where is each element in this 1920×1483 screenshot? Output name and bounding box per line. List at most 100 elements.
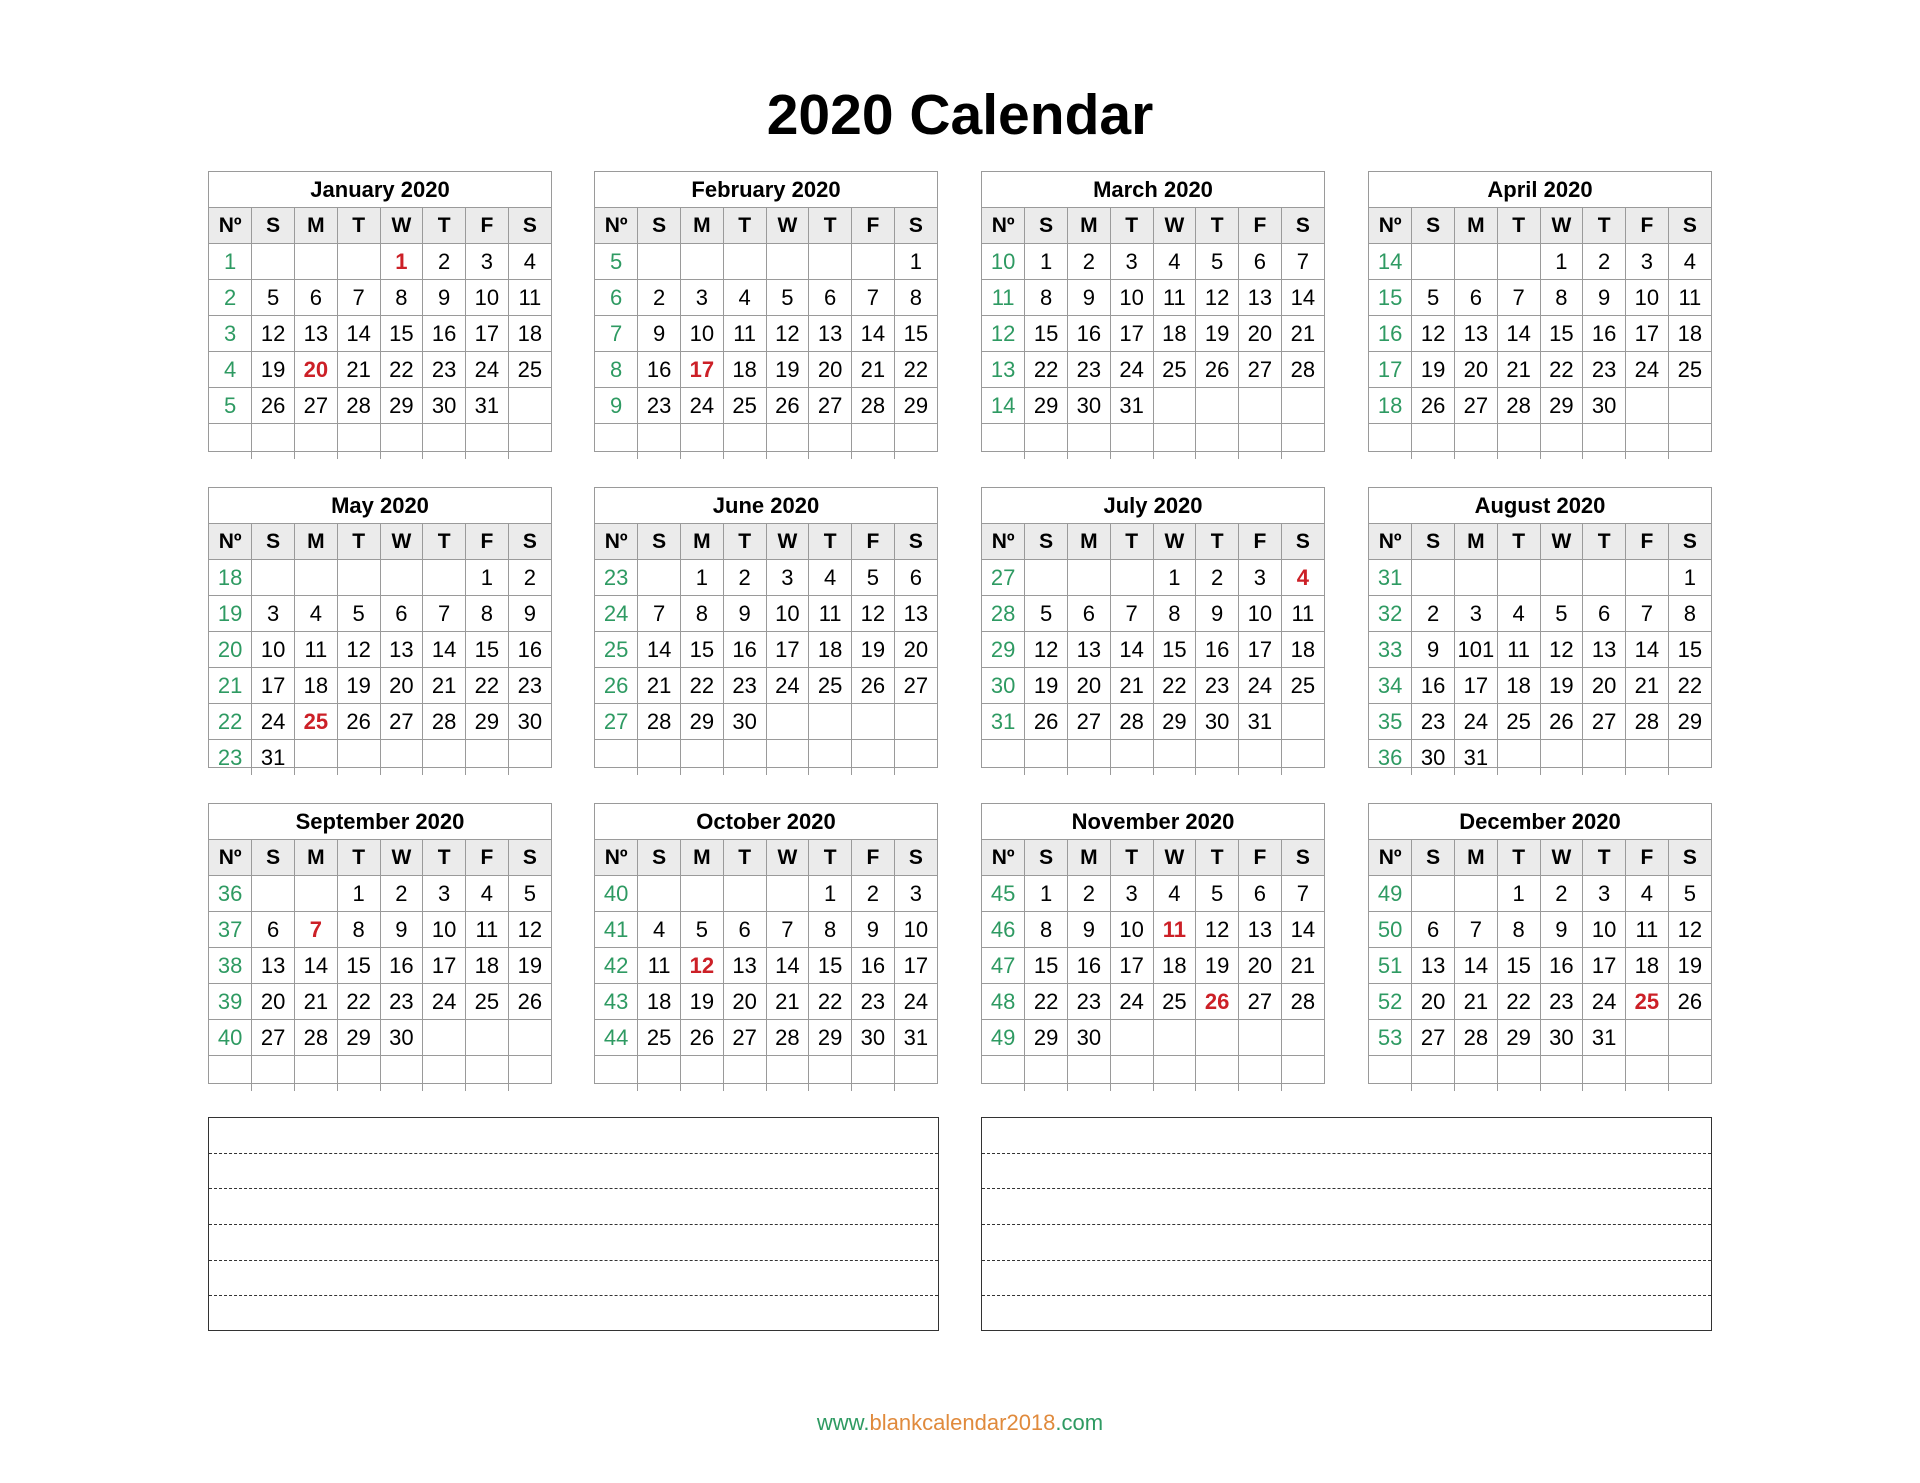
date-cell[interactable]: 27 bbox=[808, 387, 852, 424]
date-cell[interactable]: 27 bbox=[1238, 351, 1282, 388]
date-cell[interactable]: 14 bbox=[1109, 631, 1154, 668]
holiday-date-cell[interactable]: 25 bbox=[1625, 983, 1669, 1020]
date-cell[interactable]: 26 bbox=[1411, 387, 1455, 424]
date-cell[interactable]: 6 bbox=[379, 595, 424, 632]
date-cell[interactable]: 16 bbox=[722, 631, 767, 668]
date-cell[interactable]: 31 bbox=[893, 1019, 937, 1056]
date-cell[interactable]: 17 bbox=[1454, 667, 1498, 704]
date-cell[interactable]: 9 bbox=[851, 911, 895, 948]
date-cell[interactable]: 9 bbox=[1582, 279, 1626, 316]
date-cell[interactable]: 14 bbox=[336, 315, 381, 352]
date-cell[interactable]: 6 bbox=[294, 279, 338, 316]
date-cell[interactable]: 30 bbox=[507, 703, 551, 740]
date-cell[interactable]: 10 bbox=[465, 279, 509, 316]
date-cell[interactable]: 11 bbox=[1667, 279, 1711, 316]
date-cell[interactable]: 11 bbox=[637, 947, 681, 984]
date-cell[interactable]: 20 bbox=[1067, 667, 1111, 704]
date-cell[interactable]: 18 bbox=[1152, 315, 1197, 352]
date-cell[interactable]: 20 bbox=[1582, 667, 1626, 704]
date-cell[interactable]: 13 bbox=[294, 315, 338, 352]
date-cell[interactable]: 25 bbox=[722, 387, 767, 424]
date-cell[interactable]: 21 bbox=[1280, 315, 1324, 352]
date-cell[interactable]: 22 bbox=[893, 351, 937, 388]
date-cell[interactable]: 22 bbox=[680, 667, 724, 704]
date-cell[interactable]: 19 bbox=[1024, 667, 1068, 704]
date-cell[interactable]: 26 bbox=[251, 387, 295, 424]
date-cell[interactable]: 14 bbox=[1625, 631, 1669, 668]
date-cell[interactable]: 27 bbox=[251, 1019, 295, 1056]
date-cell[interactable]: 15 bbox=[680, 631, 724, 668]
date-cell[interactable]: 23 bbox=[1539, 983, 1584, 1020]
date-cell[interactable]: 12 bbox=[336, 631, 381, 668]
date-cell[interactable]: 11 bbox=[1625, 911, 1669, 948]
date-cell[interactable]: 8 bbox=[1539, 279, 1584, 316]
date-cell[interactable]: 15 bbox=[379, 315, 424, 352]
date-cell[interactable]: 4 bbox=[507, 243, 551, 280]
date-cell[interactable]: 12 bbox=[765, 315, 810, 352]
date-cell[interactable]: 22 bbox=[1024, 983, 1068, 1020]
date-cell[interactable]: 6 bbox=[1238, 875, 1282, 912]
date-cell[interactable]: 30 bbox=[1582, 387, 1626, 424]
date-cell[interactable]: 1 bbox=[465, 559, 509, 596]
date-cell[interactable]: 17 bbox=[893, 947, 937, 984]
date-cell[interactable]: 10 bbox=[765, 595, 810, 632]
date-cell[interactable]: 12 bbox=[1539, 631, 1584, 668]
date-cell[interactable]: 10 bbox=[893, 911, 937, 948]
date-cell[interactable]: 28 bbox=[637, 703, 681, 740]
date-cell[interactable]: 22 bbox=[336, 983, 381, 1020]
holiday-date-cell[interactable]: 11 bbox=[1152, 911, 1197, 948]
date-cell[interactable]: 27 bbox=[1067, 703, 1111, 740]
date-cell[interactable]: 10 bbox=[1109, 911, 1154, 948]
date-cell[interactable]: 13 bbox=[1411, 947, 1455, 984]
date-cell[interactable]: 17 bbox=[1238, 631, 1282, 668]
date-cell[interactable]: 27 bbox=[1238, 983, 1282, 1020]
date-cell[interactable]: 1 bbox=[1024, 875, 1068, 912]
date-cell[interactable]: 3 bbox=[765, 559, 810, 596]
date-cell[interactable]: 24 bbox=[680, 387, 724, 424]
date-cell[interactable]: 15 bbox=[808, 947, 852, 984]
date-cell[interactable]: 16 bbox=[1067, 947, 1111, 984]
date-cell[interactable]: 28 bbox=[1280, 351, 1324, 388]
date-cell[interactable]: 14 bbox=[765, 947, 810, 984]
date-cell[interactable]: 23 bbox=[422, 351, 466, 388]
date-cell[interactable]: 19 bbox=[1411, 351, 1455, 388]
date-cell[interactable]: 27 bbox=[1454, 387, 1498, 424]
date-cell[interactable]: 23 bbox=[1067, 983, 1111, 1020]
date-cell[interactable]: 15 bbox=[1496, 947, 1541, 984]
date-cell[interactable]: 18 bbox=[1625, 947, 1669, 984]
date-cell[interactable]: 11 bbox=[1280, 595, 1324, 632]
date-cell[interactable]: 22 bbox=[465, 667, 509, 704]
date-cell[interactable]: 20 bbox=[1411, 983, 1455, 1020]
date-cell[interactable]: 17 bbox=[765, 631, 810, 668]
date-cell[interactable]: 3 bbox=[1454, 595, 1498, 632]
date-cell[interactable]: 9 bbox=[422, 279, 466, 316]
date-cell[interactable]: 31 bbox=[1109, 387, 1154, 424]
date-cell[interactable]: 18 bbox=[637, 983, 681, 1020]
date-cell[interactable]: 9 bbox=[1411, 631, 1455, 668]
date-cell[interactable]: 21 bbox=[1109, 667, 1154, 704]
date-cell[interactable]: 13 bbox=[379, 631, 424, 668]
date-cell[interactable]: 18 bbox=[808, 631, 852, 668]
date-cell[interactable]: 18 bbox=[507, 315, 551, 352]
date-cell[interactable]: 19 bbox=[1195, 947, 1239, 984]
date-cell[interactable]: 2 bbox=[851, 875, 895, 912]
date-cell[interactable]: 21 bbox=[1454, 983, 1498, 1020]
date-cell[interactable]: 7 bbox=[851, 279, 895, 316]
date-cell[interactable]: 8 bbox=[1496, 911, 1541, 948]
date-cell[interactable]: 25 bbox=[507, 351, 551, 388]
date-cell[interactable]: 17 bbox=[1625, 315, 1669, 352]
date-cell[interactable]: 12 bbox=[851, 595, 895, 632]
date-cell[interactable]: 19 bbox=[1539, 667, 1584, 704]
date-cell[interactable]: 20 bbox=[1238, 315, 1282, 352]
footer-website[interactable]: www.blankcalendar2018.com bbox=[0, 1410, 1920, 1436]
date-cell[interactable]: 20 bbox=[1454, 351, 1498, 388]
date-cell[interactable]: 22 bbox=[379, 351, 424, 388]
date-cell[interactable]: 24 bbox=[251, 703, 295, 740]
date-cell[interactable]: 27 bbox=[893, 667, 937, 704]
date-cell[interactable]: 21 bbox=[1625, 667, 1669, 704]
date-cell[interactable]: 18 bbox=[1152, 947, 1197, 984]
date-cell[interactable]: 10 bbox=[1109, 279, 1154, 316]
date-cell[interactable]: 28 bbox=[1625, 703, 1669, 740]
date-cell[interactable]: 1 bbox=[1496, 875, 1541, 912]
date-cell[interactable]: 29 bbox=[465, 703, 509, 740]
